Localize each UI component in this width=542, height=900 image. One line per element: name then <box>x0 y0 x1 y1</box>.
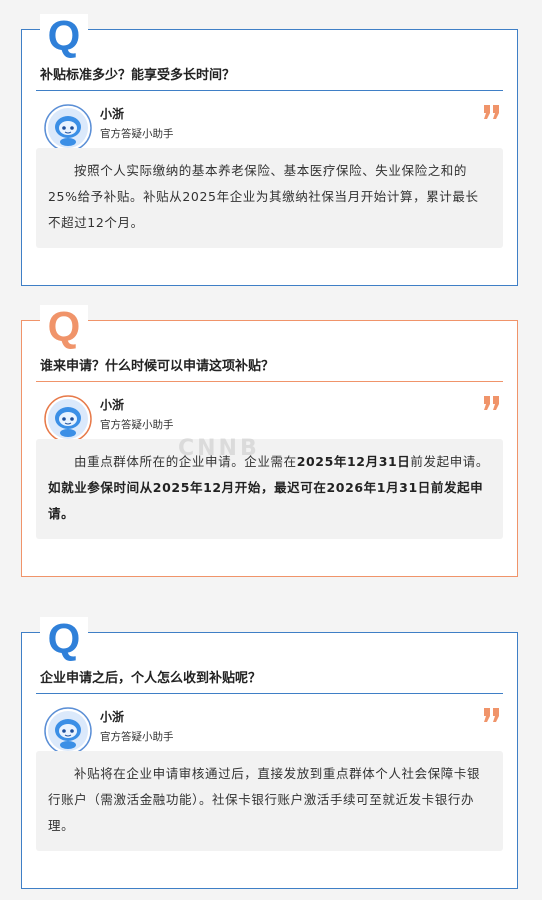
assistant-role: 官方答疑小助手 <box>100 731 174 743</box>
divider <box>36 90 503 91</box>
question-title: 企业申请之后，个人怎么收到补贴呢？ <box>40 671 262 686</box>
answer-box: 补贴将在企业申请审核通过后，直接发放到重点群体个人社会保障卡银行账户（需激活金融… <box>36 751 503 851</box>
qa-card-3: Q 企业申请之后，个人怎么收到补贴呢？ 小浙 官方答疑小助手 补贴将在企业申请审… <box>21 617 518 889</box>
quote-icon <box>484 396 499 410</box>
assistant-name: 小浙 <box>100 398 125 412</box>
qa-card-2: Q 谁来申请？什么时候可以申请这项补贴？ 小浙 官方答疑小助手 由重点群体所在的… <box>21 305 518 577</box>
svg-text:Q: Q <box>48 617 81 661</box>
answer-text: 按照个人实际缴纳的基本养老保险、基本医疗保险、失业保险之和的25%给予补贴。补贴… <box>48 163 479 230</box>
assistant-avatar <box>44 395 92 443</box>
answer-text: 补贴将在企业申请审核通过后，直接发放到重点群体个人社会保障卡银行账户（需激活金融… <box>48 766 481 833</box>
question-title: 补贴标准多少？能享受多长时间？ <box>40 68 236 83</box>
svg-text:Q: Q <box>48 14 81 58</box>
q-letter-icon: Q <box>48 14 81 58</box>
assistant-role: 官方答疑小助手 <box>100 128 174 140</box>
assistant-role: 官方答疑小助手 <box>100 419 174 431</box>
assistant-avatar <box>44 707 92 755</box>
assistant-name: 小浙 <box>100 710 125 724</box>
answer-text: 由重点群体所在的企业申请。企业需在2025年12月31日前发起申请。如就业参保时… <box>48 454 489 521</box>
watermark: CNNB <box>178 436 260 461</box>
quote-icon <box>484 105 499 119</box>
divider <box>36 693 503 694</box>
quote-icon <box>484 708 499 722</box>
answer-box: 由重点群体所在的企业申请。企业需在2025年12月31日前发起申请。如就业参保时… <box>36 439 503 539</box>
divider <box>36 381 503 382</box>
svg-text:Q: Q <box>48 305 81 349</box>
q-badge: Q <box>40 14 88 58</box>
qa-card-1: Q 补贴标准多少？能享受多长时间？ 小浙 官方答疑小助手 按照个人实际缴纳的基本… <box>21 14 518 286</box>
assistant-name: 小浙 <box>100 107 125 121</box>
q-badge: Q <box>40 305 88 349</box>
question-title: 谁来申请？什么时候可以申请这项补贴？ <box>40 359 275 374</box>
answer-box: 按照个人实际缴纳的基本养老保险、基本医疗保险、失业保险之和的25%给予补贴。补贴… <box>36 148 503 248</box>
q-letter-icon: Q <box>48 305 81 349</box>
assistant-avatar <box>44 104 92 152</box>
q-letter-icon: Q <box>48 617 81 661</box>
q-badge: Q <box>40 617 88 661</box>
